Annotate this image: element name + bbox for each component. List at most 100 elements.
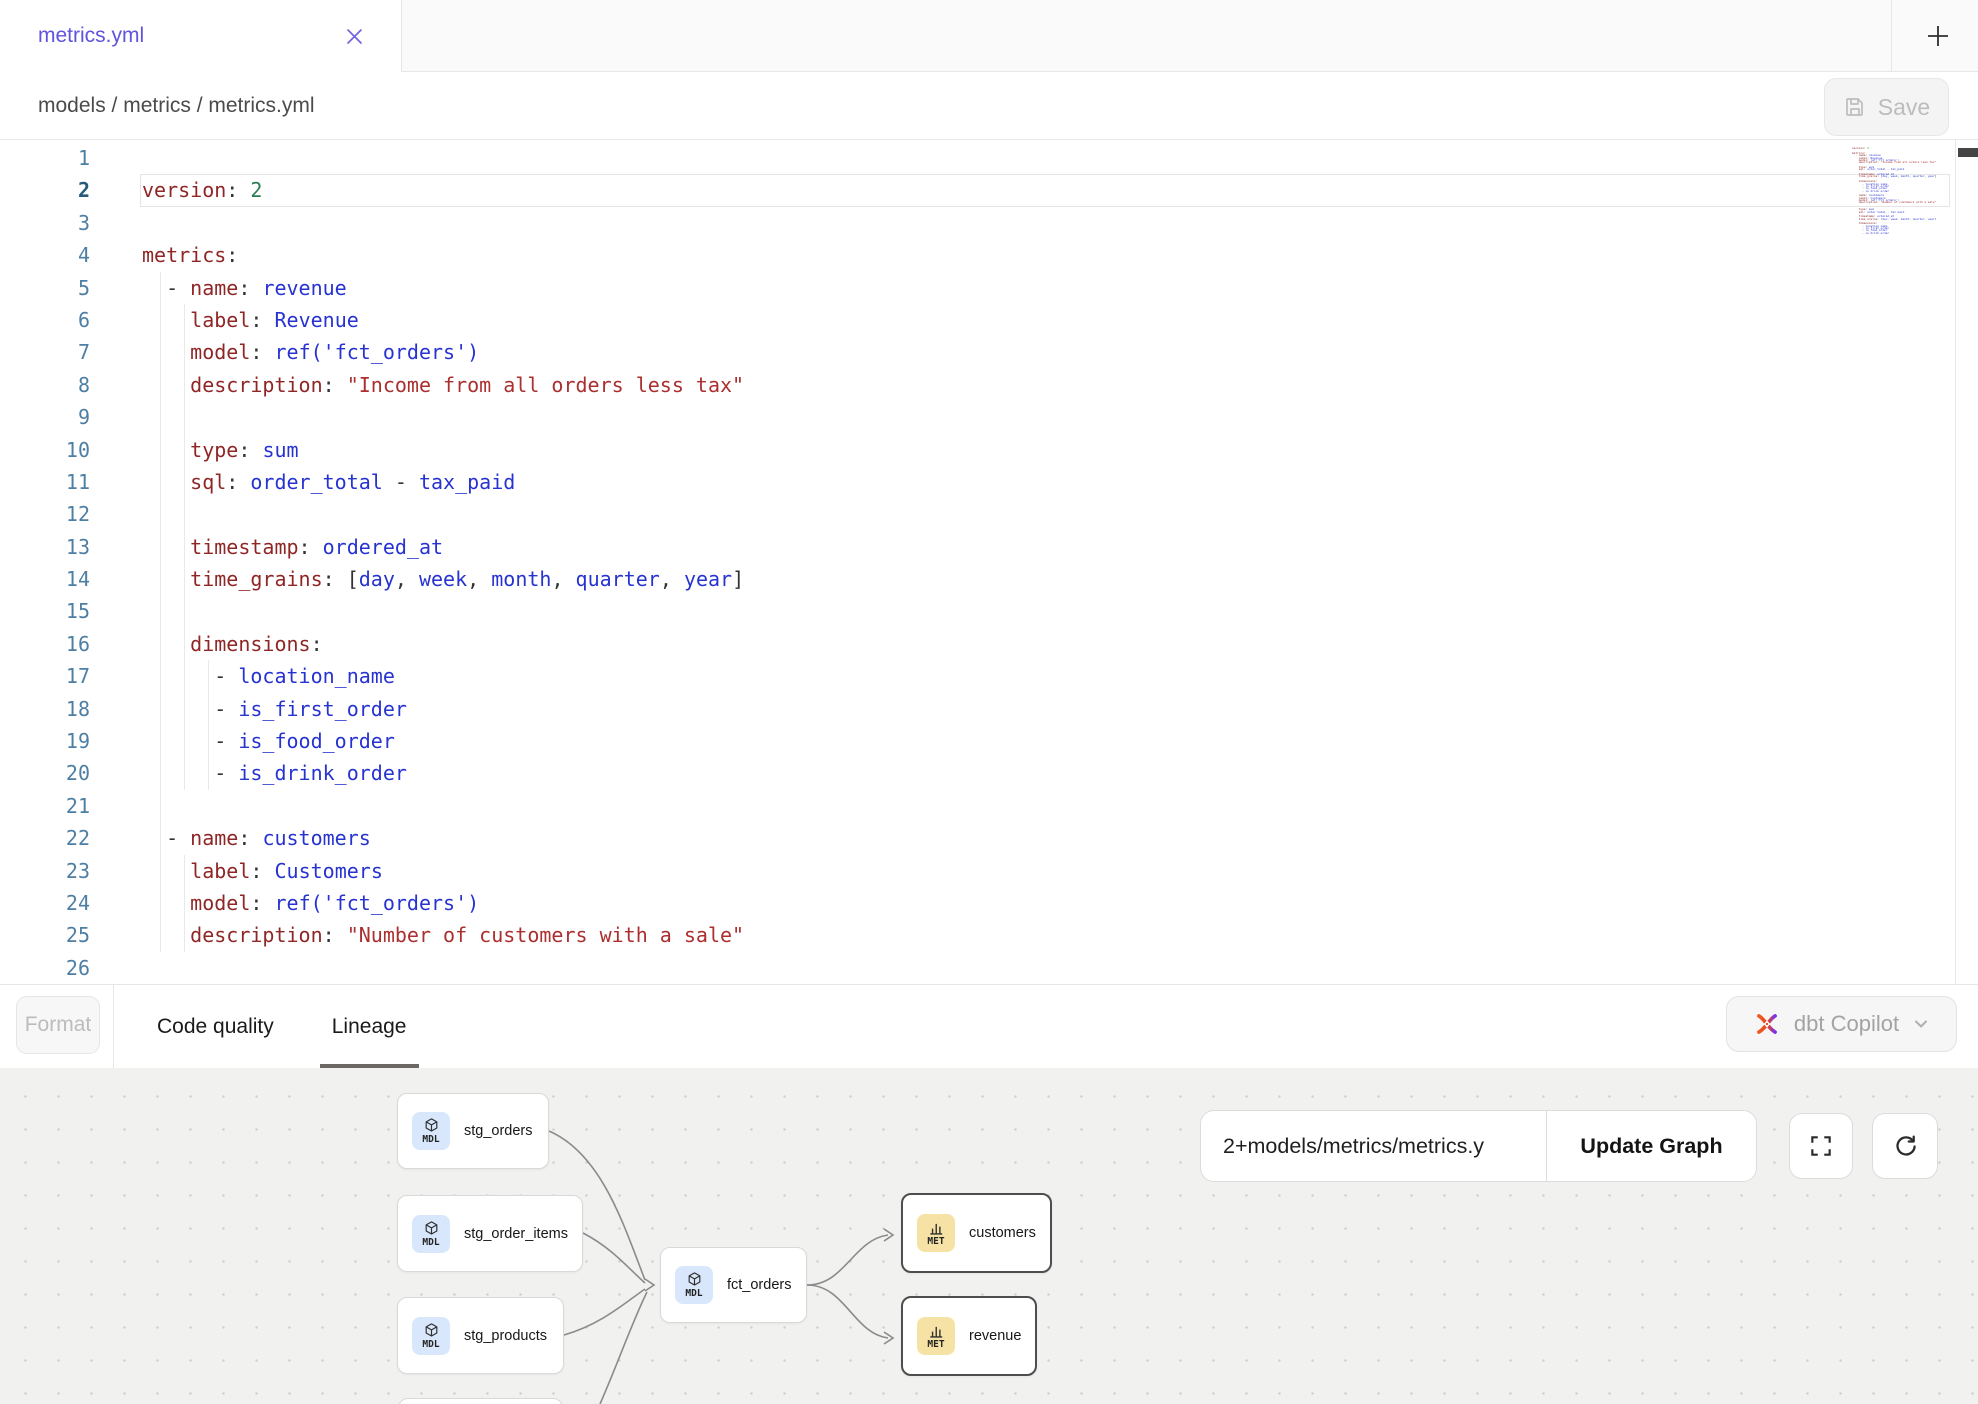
code-line[interactable]: - is_drink_order <box>142 757 1848 789</box>
code-token: - <box>142 761 238 785</box>
lineage-node-stg_products[interactable]: MDLstg_products <box>397 1297 564 1374</box>
copilot-sparkle-icon <box>1753 1010 1781 1038</box>
tab-metrics-yml[interactable]: metrics.yml <box>0 0 402 72</box>
code-line[interactable]: - name: customers <box>142 822 1848 854</box>
code-token <box>142 535 190 559</box>
code-line[interactable]: description: "Income from all orders les… <box>142 369 1848 401</box>
lineage-node-customers[interactable]: METcustomers <box>901 1193 1052 1273</box>
code-line[interactable]: - is_food_order <box>142 725 1848 757</box>
chevron-down-icon <box>1912 1015 1930 1033</box>
code-line[interactable]: timestamp: ordered_at <box>142 531 1848 563</box>
code-line[interactable]: label: Customers <box>142 855 1848 887</box>
code-line[interactable] <box>142 952 1848 984</box>
lineage-node-fct_orders[interactable]: MDL fct_orders <box>660 1247 807 1323</box>
code-token: version <box>1852 147 1864 149</box>
code-token: time_grains <box>190 567 322 591</box>
indent-guide <box>160 887 161 919</box>
node-label: stg_products <box>464 1328 547 1344</box>
lineage-canvas[interactable]: MDLstg_ordersMDLstg_order_itemsMDLstg_pr… <box>0 1068 1978 1404</box>
lineage-node-partial[interactable] <box>398 1398 563 1404</box>
lineage-selector-input[interactable] <box>1201 1111 1546 1181</box>
code-token: : <box>226 470 250 494</box>
bottom-toolbar: Format Code quality Lineage dbt Copilot <box>0 984 1978 1068</box>
code-token: "Income from all orders less tax" <box>347 373 744 397</box>
code-token: is_drink_order <box>238 761 407 785</box>
code-line[interactable]: label: Revenue <box>142 304 1848 336</box>
save-button[interactable]: Save <box>1824 78 1949 136</box>
refresh-button[interactable] <box>1872 1113 1938 1179</box>
code-editor[interactable]: 1234567891011121314151617181920212223242… <box>0 140 1978 984</box>
dbt-copilot-button[interactable]: dbt Copilot <box>1726 996 1957 1052</box>
minimap-line: time_grains: [day, week, month, quarter,… <box>1852 175 1950 177</box>
scrollbar-thumb[interactable] <box>1958 148 1978 157</box>
node-label: fct_orders <box>727 1277 791 1293</box>
code-token: time_grains <box>1859 218 1878 220</box>
code-line[interactable]: model: ref('fct_orders') <box>142 336 1848 368</box>
indent-guide <box>160 919 161 951</box>
code-token: order_total <box>250 470 382 494</box>
minimap[interactable]: version: 2metrics: - name: revenue label… <box>1852 145 1950 255</box>
code-line[interactable] <box>142 790 1848 822</box>
line-number: 22 <box>0 822 90 854</box>
tab-strip-background <box>402 0 1978 72</box>
code-line[interactable] <box>142 142 1848 174</box>
code-line[interactable]: sql: order_total - tax_paid <box>142 466 1848 498</box>
code-token <box>142 891 190 915</box>
fullscreen-button[interactable] <box>1789 1113 1853 1179</box>
code-token: week <box>419 567 467 591</box>
lineage-node-revenue[interactable]: METrevenue <box>901 1296 1037 1376</box>
code-line[interactable]: - name: revenue <box>142 272 1848 304</box>
code-token: week <box>1891 218 1898 220</box>
code-token: is_first_order <box>238 697 407 721</box>
code-token <box>1852 161 1859 163</box>
lineage-node-stg_order_items[interactable]: MDLstg_order_items <box>397 1195 583 1272</box>
refresh-icon <box>1892 1133 1919 1160</box>
code-line[interactable] <box>142 595 1848 627</box>
tab-code-quality[interactable]: Code quality <box>145 985 286 1068</box>
code-token: ref('fct_orders') <box>274 340 479 364</box>
code-line[interactable]: model: ref('fct_orders') <box>142 887 1848 919</box>
lineage-node-stg_orders[interactable]: MDLstg_orders <box>397 1093 549 1169</box>
indent-guide <box>160 401 161 433</box>
node-label: revenue <box>969 1328 1021 1344</box>
line-number: 15 <box>0 595 90 627</box>
code-line[interactable]: type: sum <box>142 434 1848 466</box>
code-token: - <box>383 470 419 494</box>
code-token: location_name <box>238 664 395 688</box>
code-line[interactable]: time_grains: [day, week, month, quarter,… <box>142 563 1848 595</box>
code-token: sql <box>190 470 226 494</box>
code-token: tax_paid <box>419 470 515 494</box>
code-line[interactable]: - location_name <box>142 660 1848 692</box>
code-token: - <box>1852 232 1865 234</box>
format-button[interactable]: Format <box>16 996 100 1054</box>
model-badge: MDL <box>675 1266 713 1304</box>
close-tab-button[interactable] <box>344 26 365 47</box>
indent-guide <box>160 660 161 692</box>
model-cube-icon <box>423 1117 440 1134</box>
tab-lineage[interactable]: Lineage <box>320 985 419 1068</box>
code-token: : <box>323 923 347 947</box>
code-token: ordered_at <box>323 535 443 559</box>
code-line[interactable] <box>142 401 1848 433</box>
update-graph-button[interactable]: Update Graph <box>1547 1111 1756 1181</box>
line-number: 16 <box>0 628 90 660</box>
code-line[interactable]: - is_first_order <box>142 693 1848 725</box>
code-line[interactable]: dimensions: <box>142 628 1848 660</box>
code-line[interactable]: version: 2 <box>142 174 1848 206</box>
code-token: Revenue <box>274 308 358 332</box>
code-line[interactable] <box>142 498 1848 530</box>
indent-guide <box>184 466 185 498</box>
line-number: 20 <box>0 757 90 789</box>
indent-guide <box>160 628 161 660</box>
line-number: 19 <box>0 725 90 757</box>
indent-guide <box>160 822 161 854</box>
indent-guide <box>160 272 161 304</box>
indent-guide <box>184 336 185 368</box>
code-lines[interactable]: version: 2 metrics: - name: revenue label… <box>142 142 1848 984</box>
code-token <box>142 859 190 883</box>
new-tab-button[interactable] <box>1912 14 1964 58</box>
code-line[interactable]: metrics: <box>142 239 1848 271</box>
code-line[interactable] <box>142 207 1848 239</box>
line-number: 23 <box>0 855 90 887</box>
code-line[interactable]: description: "Number of customers with a… <box>142 919 1848 951</box>
